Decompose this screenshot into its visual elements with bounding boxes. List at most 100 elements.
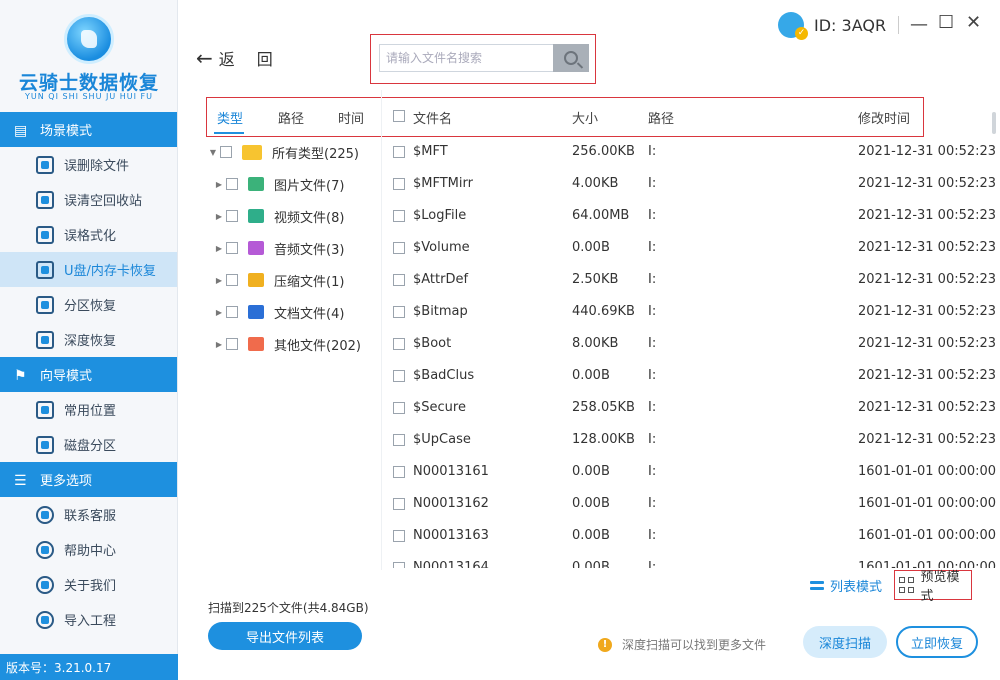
row-checkbox[interactable] — [393, 562, 405, 568]
preview-mode-button[interactable]: 预览模式 — [894, 570, 972, 604]
row-checkbox[interactable] — [393, 402, 405, 414]
minimize-icon[interactable]: — — [910, 16, 928, 34]
list-mode-button[interactable]: 列表模式 — [810, 576, 882, 595]
caret-right-icon[interactable]: ▶ — [212, 180, 226, 189]
sidebar-item-0-1[interactable]: 误清空回收站 — [0, 182, 177, 217]
tree-item[interactable]: ▶ 音频文件(3) — [206, 232, 380, 264]
sidebar-item-0-0[interactable]: 误删除文件 — [0, 147, 177, 182]
tree-item-checkbox[interactable] — [226, 306, 238, 318]
sidebar-item-2-3[interactable]: 导入工程 — [0, 602, 177, 637]
table-row[interactable]: $MFT 256.00KB I: 2021-12-31 00:52:23 — [382, 138, 996, 168]
row-checkbox[interactable] — [393, 242, 405, 254]
tree-item[interactable]: ▼ 所有类型(225) — [206, 136, 380, 168]
table-row[interactable]: $Volume 0.00B I: 2021-12-31 00:52:23 — [382, 232, 996, 264]
table-row[interactable]: N00013163 0.00B I: 1601-01-01 00:00:00 — [382, 520, 996, 552]
row-checkbox[interactable] — [393, 466, 405, 478]
caret-right-icon[interactable]: ▶ — [212, 340, 226, 349]
tree-item[interactable]: ▶ 文档文件(4) — [206, 296, 380, 328]
table-row[interactable]: $UpCase 128.00KB I: 2021-12-31 00:52:23 — [382, 424, 996, 456]
table-row[interactable]: $Secure 258.05KB I: 2021-12-31 00:52:23 — [382, 392, 996, 424]
tree-item-label: 压缩文件(1) — [274, 274, 345, 290]
tree-item-checkbox[interactable] — [226, 274, 238, 286]
preview-mode-label: 预览模式 — [920, 570, 960, 604]
sidebar-item-label: 深度恢复 — [64, 334, 117, 349]
caret-down-icon[interactable]: ▼ — [206, 148, 220, 157]
list-mode-label: 列表模式 — [830, 580, 883, 595]
caret-right-icon[interactable]: ▶ — [212, 308, 226, 317]
table-row[interactable]: $Boot 8.00KB I: 2021-12-31 00:52:23 — [382, 328, 996, 360]
sidebar-item-2-2[interactable]: 关于我们 — [0, 567, 177, 602]
tree-item-checkbox[interactable] — [226, 178, 238, 190]
tree-item-checkbox[interactable] — [220, 146, 232, 158]
deep-scan-tip-text: 深度扫描可以找到更多文件 — [622, 638, 767, 652]
tab-type[interactable]: 类型 — [217, 108, 243, 127]
sidebar-item-label: 磁盘分区 — [64, 439, 117, 454]
tree-item-checkbox[interactable] — [226, 338, 238, 350]
column-header-path[interactable]: 路径 — [648, 108, 674, 127]
row-checkbox[interactable] — [393, 370, 405, 382]
tab-path[interactable]: 路径 — [278, 108, 304, 127]
cell-name: N00013161 — [413, 464, 489, 479]
maximize-icon[interactable]: ☐ — [938, 14, 954, 32]
folder-icon — [242, 144, 262, 160]
sidebar-item-0-2[interactable]: 误格式化 — [0, 217, 177, 252]
cell-size: 8.00KB — [572, 336, 619, 351]
row-checkbox[interactable] — [393, 530, 405, 542]
table-row[interactable]: N00013161 0.00B I: 1601-01-01 00:00:00 — [382, 456, 996, 488]
tree-item[interactable]: ▶ 其他文件(202) — [206, 328, 380, 360]
sidebar-item-0-3[interactable]: U盘/内存卡恢复 — [0, 252, 177, 287]
recover-now-button[interactable]: 立即恢复 — [896, 626, 978, 658]
sidebar-item-2-0[interactable]: 联系客服 — [0, 497, 177, 532]
tree-item-checkbox[interactable] — [226, 210, 238, 222]
sidebar-item-0-4[interactable]: 分区恢复 — [0, 287, 177, 322]
row-checkbox[interactable] — [393, 210, 405, 222]
tree-item-checkbox[interactable] — [226, 242, 238, 254]
sidebar-item-0-5[interactable]: 深度恢复 — [0, 322, 177, 357]
table-row[interactable]: $LogFile 64.00MB I: 2021-12-31 00:52:23 — [382, 200, 996, 232]
table-row[interactable]: $BadClus 0.00B I: 2021-12-31 00:52:23 — [382, 360, 996, 392]
back-button[interactable]: ← 返 回 — [196, 46, 273, 70]
sidebar-item-1-0[interactable]: 常用位置 — [0, 392, 177, 427]
close-icon[interactable]: ✕ — [966, 14, 981, 32]
row-checkbox[interactable] — [393, 338, 405, 350]
caret-right-icon[interactable]: ▶ — [212, 276, 226, 285]
sidebar-item-1-1[interactable]: 磁盘分区 — [0, 427, 177, 462]
warning-icon: ! — [598, 637, 612, 652]
table-row[interactable]: N00013164 0.00B I: 1601-01-01 00:00:00 — [382, 552, 996, 568]
row-checkbox[interactable] — [393, 498, 405, 510]
wizard-flag-icon: ⚑ — [14, 367, 27, 384]
sidebar-item-label: 帮助中心 — [64, 544, 117, 559]
tab-time[interactable]: 时间 — [338, 108, 364, 127]
column-header-size[interactable]: 大小 — [572, 108, 598, 127]
tree-item[interactable]: ▶ 压缩文件(1) — [206, 264, 380, 296]
scan-summary: 扫描到225个文件(共4.84GB) — [208, 601, 369, 615]
cell-size: 0.00B — [572, 496, 610, 511]
cell-size: 0.00B — [572, 560, 610, 568]
table-row[interactable]: $AttrDef 2.50KB I: 2021-12-31 00:52:23 — [382, 264, 996, 296]
search-input[interactable] — [379, 44, 553, 72]
row-checkbox[interactable] — [393, 178, 405, 190]
deep-scan-button[interactable]: 深度扫描 — [803, 626, 887, 658]
search-button[interactable] — [553, 44, 589, 72]
caret-right-icon[interactable]: ▶ — [212, 244, 226, 253]
row-checkbox[interactable] — [393, 146, 405, 158]
table-row[interactable]: $Bitmap 440.69KB I: 2021-12-31 00:52:23 — [382, 296, 996, 328]
row-checkbox[interactable] — [393, 306, 405, 318]
column-header-modified[interactable]: 修改时间 — [858, 108, 910, 127]
export-file-list-button[interactable]: 导出文件列表 — [208, 622, 362, 650]
row-checkbox[interactable] — [393, 434, 405, 446]
list-scrollbar[interactable] — [992, 112, 996, 134]
column-header-name[interactable]: 文件名 — [413, 108, 452, 127]
tree-item[interactable]: ▶ 图片文件(7) — [206, 168, 380, 200]
user-avatar-icon[interactable] — [778, 12, 808, 40]
table-row[interactable]: N00013162 0.00B I: 1601-01-01 00:00:00 — [382, 488, 996, 520]
table-row[interactable]: $MFTMirr 4.00KB I: 2021-12-31 00:52:23 — [382, 168, 996, 200]
row-checkbox[interactable] — [393, 274, 405, 286]
sidebar-item-2-1[interactable]: 帮助中心 — [0, 532, 177, 567]
sidebar-section-title: 向导模式 — [40, 369, 93, 384]
cell-name: $MFTMirr — [413, 176, 473, 191]
document-file-icon — [248, 305, 264, 319]
tree-item[interactable]: ▶ 视频文件(8) — [206, 200, 380, 232]
select-all-checkbox[interactable] — [393, 110, 405, 126]
caret-right-icon[interactable]: ▶ — [212, 212, 226, 221]
